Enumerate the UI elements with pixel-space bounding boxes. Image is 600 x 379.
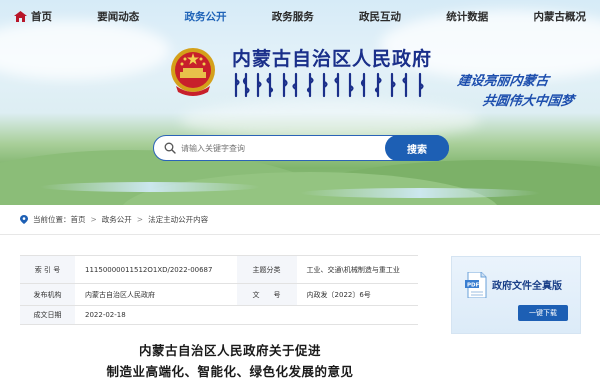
full-document-card: PDF 政府文件全真版 一键下载 xyxy=(451,256,581,334)
meta-key-date: 成文日期 xyxy=(20,305,75,325)
search-icon xyxy=(164,142,176,154)
breadcrumb-separator: > xyxy=(90,215,97,224)
meta-key-category: 主题分类 xyxy=(236,255,297,284)
nav-item-label: 政务公开 xyxy=(184,10,227,23)
document-title-line-1: 内蒙古自治区人民政府关于促进 xyxy=(138,343,321,358)
nav-item-services[interactable]: 政务服务 xyxy=(272,9,314,24)
table-row: 成文日期 2022-02-18 xyxy=(20,305,418,325)
mongolian-script-title xyxy=(234,72,424,98)
meta-key-doc-number: 文 号 xyxy=(236,283,297,306)
nav-item-label: 内蒙古概况 xyxy=(533,10,587,23)
table-row: 发布机构 内蒙古自治区人民政府 文 号 内政发〔2022〕6号 xyxy=(20,283,418,306)
breadcrumb-item-statutory-disclosure[interactable]: 法定主动公开内容 xyxy=(148,214,208,225)
breadcrumb-item-home[interactable]: 首页 xyxy=(71,214,86,225)
nav-item-label: 首页 xyxy=(31,10,52,23)
content-area: 索 引 号 11150000011512O1XD/2022-00687 主题分类… xyxy=(0,235,600,379)
meta-empty-cell xyxy=(296,305,418,325)
nav-item-interaction[interactable]: 政民互动 xyxy=(359,9,401,24)
breadcrumb-prefix: 当前位置： xyxy=(33,215,71,224)
meta-value-index: 11150000011512O1XD/2022-00687 xyxy=(75,255,237,284)
document-metadata-table: 索 引 号 11150000011512O1XD/2022-00687 主题分类… xyxy=(20,255,418,325)
nav-item-home[interactable]: 首页 xyxy=(14,9,52,24)
meta-value-category: 工业、交通\机械制造与重工业 xyxy=(296,255,418,284)
nav-item-label: 要闻动态 xyxy=(97,10,140,23)
breadcrumb-separator: > xyxy=(136,215,144,224)
nav-item-label: 政务服务 xyxy=(271,10,314,23)
nav-item-overview[interactable]: 内蒙古概况 xyxy=(534,9,587,24)
nav-item-news[interactable]: 要闻动态 xyxy=(97,9,139,24)
meta-value-publisher: 内蒙古自治区人民政府 xyxy=(75,283,237,306)
search-button[interactable]: 搜索 xyxy=(385,135,449,161)
meta-empty-cell xyxy=(236,305,297,325)
main-nav: 首页 要闻动态 政务公开 政务服务 政民互动 统计数据 内蒙古概况 xyxy=(0,0,600,32)
meta-value-doc-number: 内政发〔2022〕6号 xyxy=(296,283,418,306)
slogan: 建设亮丽内蒙古 共圆伟大中国梦 xyxy=(453,72,599,112)
nav-item-statistics[interactable]: 统计数据 xyxy=(446,9,488,24)
location-pin-icon xyxy=(20,215,28,224)
pdf-document-icon: PDF xyxy=(465,272,487,298)
meta-value-date: 2022-02-18 xyxy=(75,305,237,325)
meta-key-publisher: 发布机构 xyxy=(20,283,75,306)
slogan-line-2: 共圆伟大中国梦 xyxy=(481,94,575,109)
breadcrumb-item-open-government[interactable]: 政务公开 xyxy=(102,214,132,225)
nav-item-open-government[interactable]: 政务公开 xyxy=(185,9,227,24)
breadcrumb: 当前位置： 首页 > 政务公开 > 法定主动公开内容 xyxy=(0,205,600,235)
site-title: 内蒙古自治区人民政府 xyxy=(232,48,433,70)
search-bar: 搜索 xyxy=(153,135,449,161)
national-emblem-icon xyxy=(171,48,215,96)
full-document-title: 政府文件全真版 xyxy=(492,281,562,292)
document-title-line-2: 制造业高端化、智能化、绿色化发展的意见 xyxy=(106,364,354,379)
meta-key-index: 索 引 号 xyxy=(20,255,75,284)
slogan-line-1: 建设亮丽内蒙古 xyxy=(456,74,550,89)
svg-text:PDF: PDF xyxy=(467,283,480,289)
home-icon xyxy=(14,10,27,22)
download-button[interactable]: 一键下载 xyxy=(518,305,568,321)
table-row: 索 引 号 11150000011512O1XD/2022-00687 主题分类… xyxy=(20,255,418,284)
nav-item-label: 统计数据 xyxy=(446,10,489,23)
nav-item-label: 政民互动 xyxy=(359,10,401,23)
